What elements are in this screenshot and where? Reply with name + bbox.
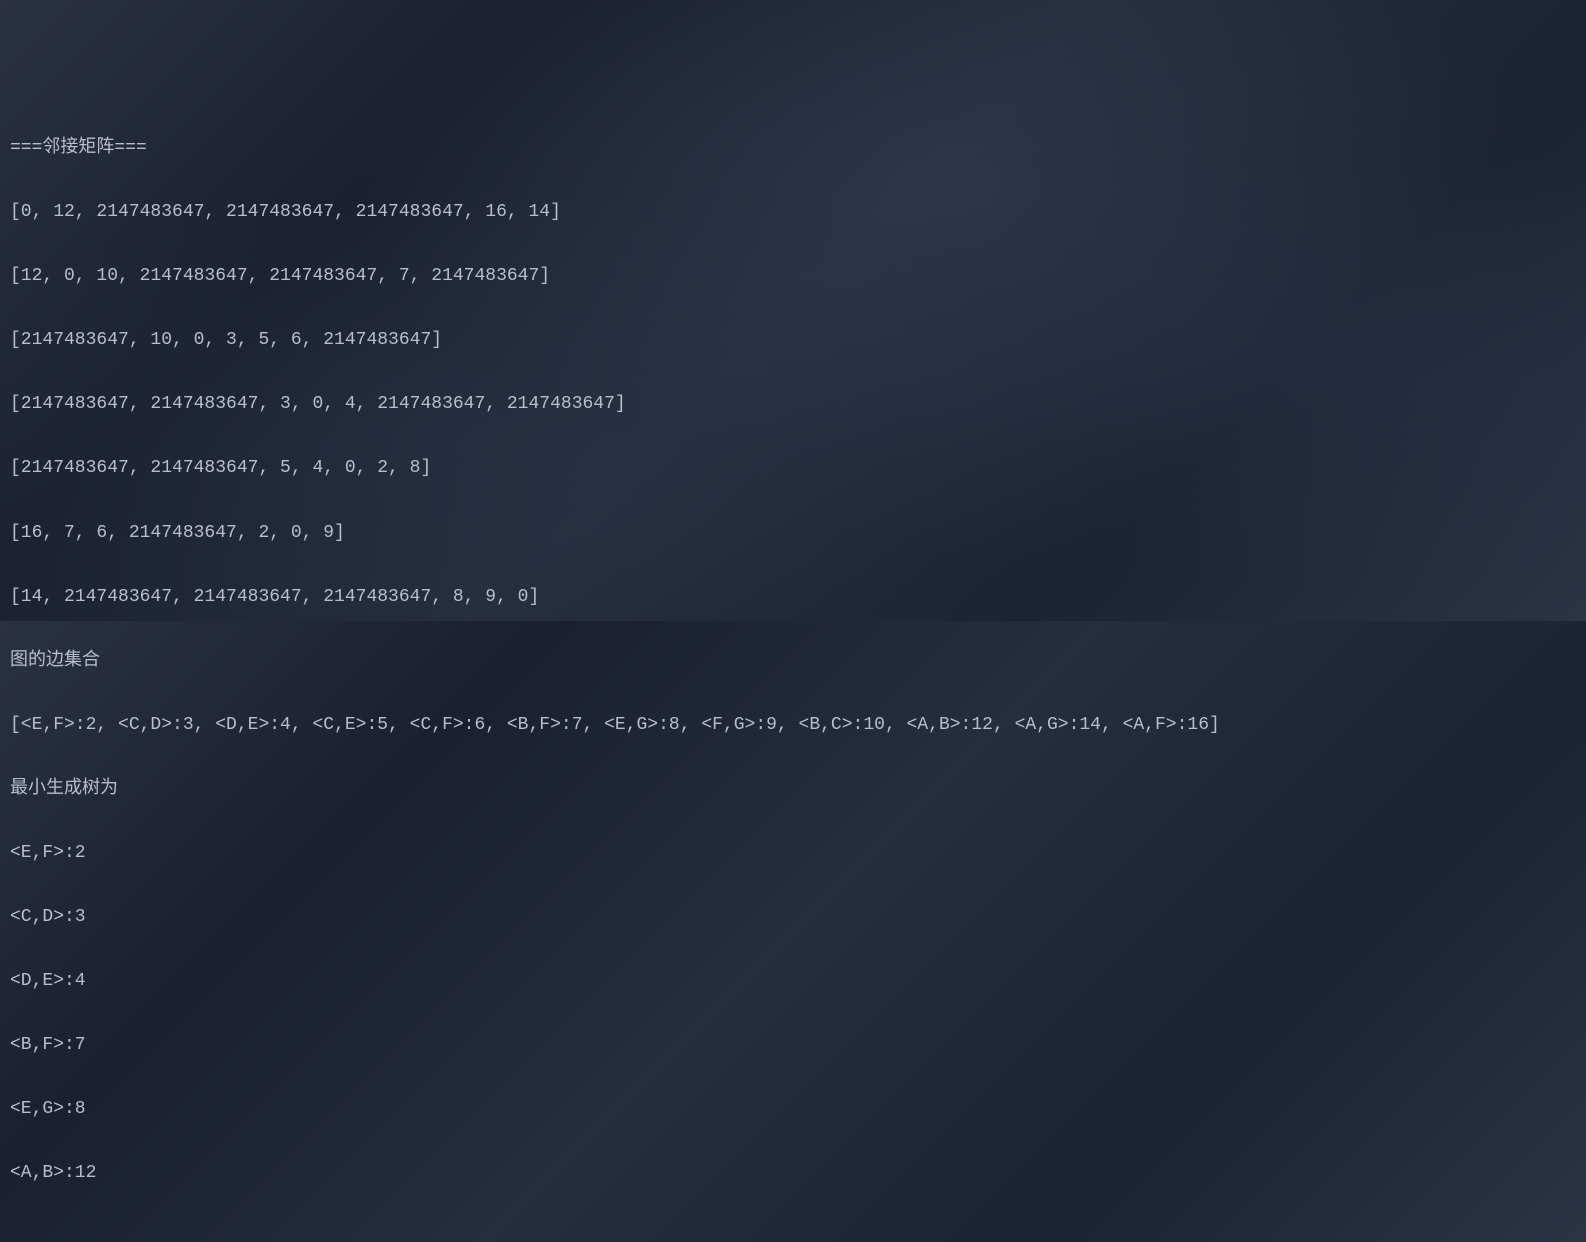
console-line-matrix-row: [14, 2147483647, 2147483647, 2147483647,…: [10, 581, 1576, 613]
console-line-matrix-row: [12, 0, 10, 2147483647, 2147483647, 7, 2…: [10, 260, 1576, 292]
console-line-mst-edge: <A,B>:12: [10, 1157, 1576, 1189]
console-line-matrix-row: [2147483647, 2147483647, 5, 4, 0, 2, 8]: [10, 452, 1576, 484]
console-line-mst-label: 最小生成树为: [10, 773, 1576, 805]
console-line-mst-edge: <E,G>:8: [10, 1093, 1576, 1125]
console-line-matrix-row: [0, 12, 2147483647, 2147483647, 21474836…: [10, 196, 1576, 228]
console-line-mst-edge: <C,D>:3: [10, 901, 1576, 933]
console-line-header: ===邻接矩阵===: [10, 132, 1576, 164]
console-line-mst-edge: <D,E>:4: [10, 965, 1576, 997]
console-line-edge-set: [<E,F>:2, <C,D>:3, <D,E>:4, <C,E>:5, <C,…: [10, 709, 1576, 741]
console-line-matrix-row: [2147483647, 10, 0, 3, 5, 6, 2147483647]: [10, 324, 1576, 356]
console-line-mst-edge: <B,F>:7: [10, 1029, 1576, 1061]
console-line-matrix-row: [16, 7, 6, 2147483647, 2, 0, 9]: [10, 517, 1576, 549]
console-line-matrix-row: [2147483647, 2147483647, 3, 0, 4, 214748…: [10, 388, 1576, 420]
console-line-edge-set-label: 图的边集合: [10, 645, 1576, 677]
console-line-mst-edge: <E,F>:2: [10, 837, 1576, 869]
